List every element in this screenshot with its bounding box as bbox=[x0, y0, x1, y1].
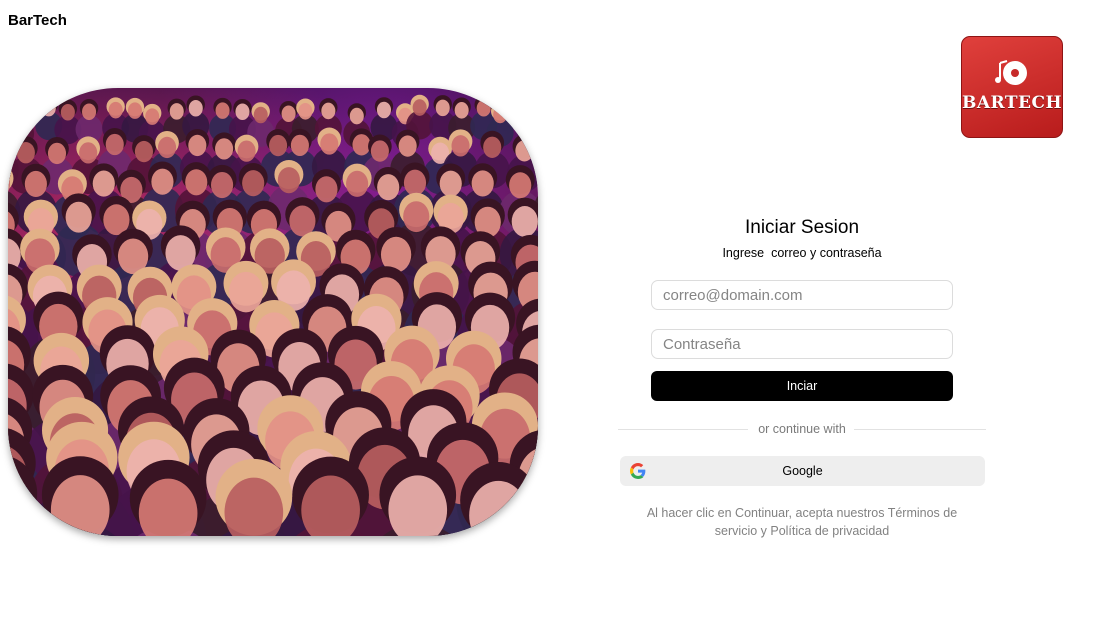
login-button[interactable]: Inciar bbox=[651, 371, 953, 401]
terms-text: Al hacer clic en Continuar, acepta nuest… bbox=[646, 506, 958, 538]
login-title: Iniciar Sesion bbox=[744, 217, 860, 238]
vinyl-note-icon bbox=[995, 60, 1027, 85]
login-subtitle: Ingrese correo y contraseña bbox=[722, 246, 882, 260]
logo-text: BARTECH bbox=[962, 93, 1063, 113]
divider: or continue with bbox=[618, 422, 986, 436]
app-brand: BarTech bbox=[8, 12, 67, 29]
password-input[interactable] bbox=[651, 329, 953, 359]
hero-photo bbox=[8, 88, 538, 536]
google-label: Google bbox=[782, 464, 823, 478]
divider-line-right bbox=[854, 429, 986, 430]
email-input[interactable] bbox=[651, 280, 953, 310]
bartech-logo: BARTECH bbox=[961, 36, 1063, 138]
google-signin-button[interactable]: Google bbox=[620, 456, 985, 486]
